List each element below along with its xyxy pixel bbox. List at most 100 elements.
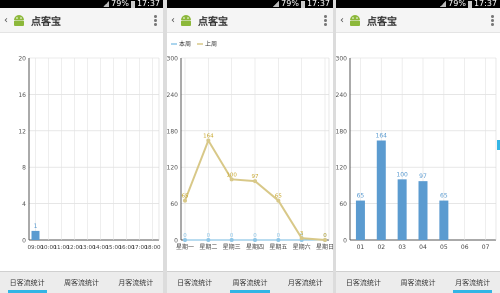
point-value-label: 65 [182, 194, 189, 200]
tab-daily[interactable]: 日客流统计 [336, 272, 391, 293]
tab-bar: 日客流统计 周客流统计 月客流统计 [0, 271, 163, 293]
x-tick-label: 05 [440, 244, 448, 251]
y-tick-label: 240 [336, 92, 347, 99]
overflow-menu-icon[interactable] [491, 15, 494, 26]
y-tick-label: 180 [336, 128, 347, 135]
point-value-label: 97 [252, 174, 259, 180]
signal-icon [103, 1, 110, 7]
point-value-label: 164 [203, 134, 214, 140]
y-tick-label: 180 [167, 128, 178, 135]
point-value-label: 100 [226, 172, 237, 178]
bar [355, 200, 365, 240]
action-bar: ‹ 点客宝 [336, 8, 500, 33]
y-tick-label: 240 [167, 92, 178, 99]
clock: 17:37 [473, 0, 497, 8]
tab-monthly[interactable]: 月客流统计 [445, 272, 500, 293]
bar-value-label: 65 [357, 193, 365, 200]
bar [439, 200, 449, 240]
battery-percent: 79% [448, 0, 466, 8]
y-tick-label: 60 [170, 201, 178, 208]
point-value-label: 3 [300, 231, 304, 237]
app-title: 点客宝 [31, 16, 61, 28]
action-bar: ‹ 点客宝 [167, 8, 333, 33]
legend-label: 本周 [179, 40, 191, 48]
tab-weekly[interactable]: 周客流统计 [391, 272, 446, 293]
android-logo-icon[interactable] [11, 13, 27, 27]
point-value-label: 0 [323, 233, 327, 239]
point-value-label: 0 [253, 233, 257, 239]
android-logo-icon[interactable] [178, 13, 194, 27]
bar [397, 179, 407, 240]
clock: 17:37 [306, 0, 330, 8]
app-title: 点客宝 [198, 16, 228, 28]
battery-icon [300, 0, 305, 8]
x-tick-label: 星期五 [269, 243, 287, 251]
weekly-line-chart: 060120180240300星期一 星期二 星期三 星期四 星期五 星期六 星期日本周 上周… [167, 40, 333, 251]
back-icon[interactable]: ‹ [337, 15, 347, 26]
battery-icon [467, 0, 472, 8]
x-tick-label: 18:00 [144, 245, 161, 251]
legend-label: 上周 [205, 40, 217, 48]
x-tick-label: 星期四 [246, 243, 264, 251]
y-tick-label: 8 [22, 165, 26, 172]
back-icon[interactable]: ‹ [1, 15, 11, 26]
action-bar: ‹ 点客宝 [0, 8, 163, 33]
status-bar: 79% 17:37 [0, 0, 163, 8]
android-logo-icon[interactable] [347, 13, 363, 27]
status-right: 79% 17:37 [440, 0, 497, 8]
x-tick-label: 星期日 [316, 243, 333, 251]
bar-value-label: 100 [396, 171, 408, 178]
overflow-menu-icon[interactable] [154, 15, 157, 26]
y-tick-label: 0 [22, 238, 26, 245]
status-right: 79% 17:37 [103, 0, 160, 8]
y-tick-label: 0 [343, 238, 347, 245]
clock: 17:37 [136, 0, 160, 8]
battery-percent: 79% [111, 0, 129, 8]
tab-monthly[interactable]: 月客流统计 [109, 272, 163, 293]
battery-percent: 79% [281, 0, 299, 8]
x-tick-label: 03 [398, 244, 406, 251]
status-right: 79% 17:37 [273, 0, 330, 8]
point-value-label: 0 [277, 233, 281, 239]
x-tick-label: 星期六 [293, 243, 311, 251]
bar [376, 140, 386, 240]
x-tick-label: 02 [377, 244, 385, 251]
tab-daily[interactable]: 日客流统计 [167, 272, 222, 293]
bar-value-label: 1 [34, 223, 38, 230]
status-bar: 79% 17:37 [167, 0, 333, 8]
y-tick-label: 60 [339, 201, 347, 208]
panel-weekly: 79% 17:37 ‹ 点客宝 0 60 120 180 240 300 星期一 星期二 星期三… [167, 0, 333, 293]
panel-monthly: 79% 17:37 ‹ 点客宝 0 60 120 180 240 300 01 02 03 04 0… [336, 0, 500, 293]
y-tick-label: 120 [336, 165, 347, 172]
x-tick-label: 04 [419, 244, 427, 251]
x-tick-label: 星期三 [223, 243, 241, 251]
y-tick-label: 300 [167, 56, 178, 63]
bar-value-label: 164 [376, 133, 388, 140]
overflow-menu-icon[interactable] [324, 15, 327, 26]
bar-value-label: 65 [440, 193, 448, 200]
tab-monthly[interactable]: 月客流统计 [278, 272, 333, 293]
y-tick-label: 12 [18, 128, 26, 135]
tab-weekly[interactable]: 周客流统计 [54, 272, 108, 293]
y-tick-label: 20 [18, 56, 26, 63]
point-value-label: 0 [230, 233, 234, 239]
tab-weekly[interactable]: 周客流统计 [222, 272, 277, 293]
status-bar: 79% 17:37 [336, 0, 500, 8]
tab-bar: 日客流统计 周客流统计 月客流统计 [167, 271, 333, 293]
monthly-bar-chart: 0 60 120 180 240 300 01 02 03 04 05 06 07 65 164 100 97 6… [336, 56, 497, 251]
y-tick-label: 120 [167, 165, 178, 172]
y-tick-label: 300 [336, 56, 347, 63]
bar [31, 230, 40, 240]
point-value-label: 0 [183, 233, 187, 239]
back-icon[interactable]: ‹ [168, 15, 178, 26]
signal-icon [440, 1, 447, 7]
x-tick-label: 06 [461, 244, 469, 251]
x-tick-label: 星期一 [176, 243, 194, 251]
point-value-label: 0 [207, 233, 211, 239]
y-tick-label: 16 [18, 92, 26, 99]
panel-daily: 79% 17:37 ‹ 点客宝 0 4 8 12 16 20 09:00 10:00 11:00… [0, 0, 163, 293]
tab-daily[interactable]: 日客流统计 [0, 272, 54, 293]
tab-bar: 日客流统计 周客流统计 月客流统计 [336, 271, 500, 293]
daily-bar-chart: 04812162009:0010:0011:0012:0013:0014:001… [18, 56, 161, 252]
x-tick-label: 星期二 [199, 243, 217, 251]
